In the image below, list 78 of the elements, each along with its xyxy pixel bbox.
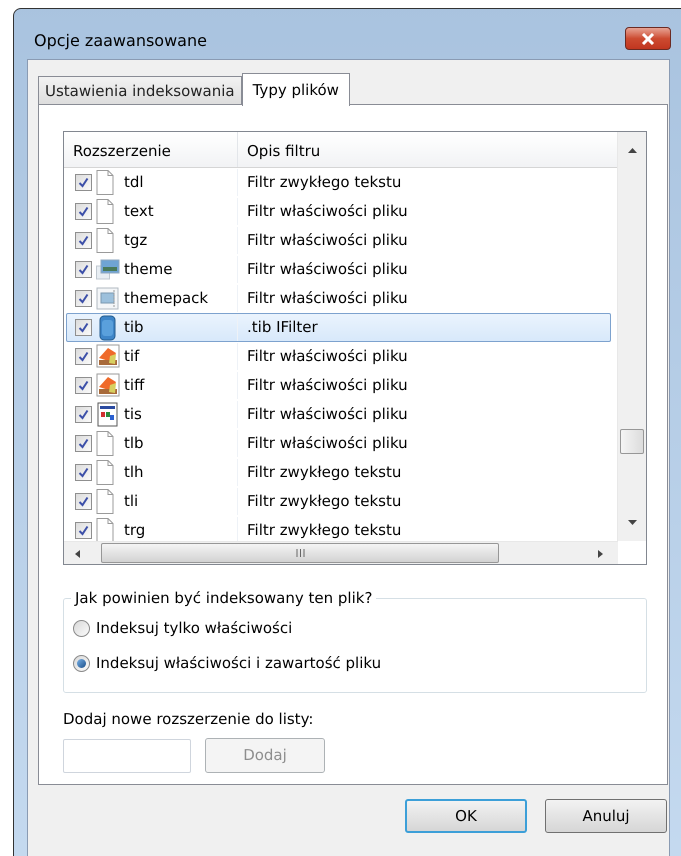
table-cell-text: text <box>124 201 154 222</box>
checkbox[interactable] <box>75 290 92 307</box>
up-arrow-icon <box>628 148 637 153</box>
table-cell: Filtr właściwości pliku <box>247 289 408 308</box>
checkbox[interactable] <box>75 464 92 481</box>
checkbox[interactable] <box>75 203 92 220</box>
table-cell-text: tlh <box>124 462 144 484</box>
dialog-button[interactable]: OK <box>405 799 527 833</box>
image-icon <box>96 372 120 398</box>
table-cell: Filtr zwykłego tekstu <box>247 492 402 510</box>
table-cell-text: tlb <box>124 433 144 454</box>
left-arrow-icon <box>75 550 80 558</box>
table-row[interactable]: text Filtr właściwości pliku <box>66 197 611 226</box>
table-row[interactable]: tlh Filtr zwykłego tekstu <box>66 458 611 487</box>
table-cell-text: themepack <box>124 288 208 310</box>
radio-label[interactable]: Indeksuj właściwości i zawartość pliku <box>96 652 382 674</box>
table-cell: Filtr właściwości pliku <box>247 202 408 220</box>
table-cell-text: tis <box>124 404 142 426</box>
checkbox[interactable] <box>75 435 92 452</box>
radio-label[interactable]: Indeksuj tylko właściwości <box>96 616 292 640</box>
vertical-scrollbar[interactable] <box>617 132 646 541</box>
table-cell-text: tdl <box>124 172 144 194</box>
table-cell: Filtr właściwości pliku <box>247 376 408 394</box>
column-header[interactable]: Opis filtru <box>238 132 613 167</box>
table-row[interactable]: themepack Filtr właściwości pliku <box>66 284 611 313</box>
table-row[interactable]: tif Filtr właściwości pliku <box>66 342 611 371</box>
horizontal-scrollbar[interactable] <box>64 541 618 564</box>
dialog-button[interactable]: Anuluj <box>545 799 667 833</box>
table-row[interactable]: tli Filtr zwykłego tekstu <box>66 487 611 516</box>
table-row[interactable]: tgz Filtr właściwości pliku <box>66 226 611 255</box>
right-arrow-icon <box>598 550 603 558</box>
table-row[interactable]: tis Filtr właściwości pliku <box>66 400 611 429</box>
checkbox[interactable] <box>75 232 92 249</box>
table-cell: Filtr zwykłego tekstu <box>247 521 402 540</box>
table-row[interactable]: tiff Filtr właściwości pliku <box>66 371 611 400</box>
down-arrow-icon <box>628 520 637 525</box>
table-cell: Filtr właściwości pliku <box>247 405 408 424</box>
column-header[interactable]: Rozszerzenie <box>64 132 238 167</box>
checkbox[interactable] <box>75 522 92 539</box>
picture-frame-icon <box>96 286 120 312</box>
checkbox[interactable] <box>75 174 92 191</box>
table-cell: Filtr właściwości pliku <box>247 434 408 452</box>
grip-icon <box>296 549 304 557</box>
table-cell: .tib IFilter <box>247 318 318 336</box>
table-row[interactable]: tib .tib IFilter <box>66 313 611 342</box>
table-cell-text: tif <box>124 346 140 368</box>
table-cell-text: tli <box>124 491 138 512</box>
table-row[interactable]: tlb Filtr właściwości pliku <box>66 429 611 458</box>
window-title: Opcje zaawansowane <box>34 30 207 52</box>
checkbox[interactable] <box>75 319 92 336</box>
table-cell: Filtr zwykłego tekstu <box>247 463 402 482</box>
tab[interactable]: Ustawienia indeksowania <box>38 76 242 105</box>
table-cell-text: tib <box>124 317 144 338</box>
table-row[interactable]: theme Filtr właściwości pliku <box>66 255 611 284</box>
scroll-thumb[interactable] <box>620 429 644 454</box>
field-label: Dodaj nowe rozszerzenie do listy: <box>63 709 314 730</box>
table-cell-text: trg <box>124 520 146 542</box>
tab[interactable]: Typy plików <box>242 73 350 106</box>
checkbox[interactable] <box>75 406 92 423</box>
close-button[interactable] <box>625 27 671 50</box>
table-cell-text: tiff <box>124 375 144 396</box>
table-cell: Filtr właściwości pliku <box>247 260 408 278</box>
table-cell: Filtr właściwości pliku <box>247 347 408 366</box>
checkbox[interactable] <box>75 261 92 278</box>
checkbox[interactable] <box>75 348 92 365</box>
extension-input-field[interactable] <box>63 739 191 773</box>
checkbox[interactable] <box>75 377 92 394</box>
table-row[interactable]: tdl Filtr zwykłego tekstu <box>66 168 611 197</box>
picture-frames-icon <box>96 256 120 282</box>
checkbox[interactable] <box>75 493 92 510</box>
table-cell-text: theme <box>124 259 172 280</box>
window-icon <box>96 402 120 428</box>
close-icon <box>641 32 655 44</box>
table-cell: Filtr zwykłego tekstu <box>247 173 402 192</box>
scroll-thumb[interactable] <box>101 543 499 563</box>
table-cell-text: tgz <box>124 230 148 252</box>
table-cell: Filtr właściwości pliku <box>247 231 408 250</box>
image-icon <box>96 344 120 370</box>
